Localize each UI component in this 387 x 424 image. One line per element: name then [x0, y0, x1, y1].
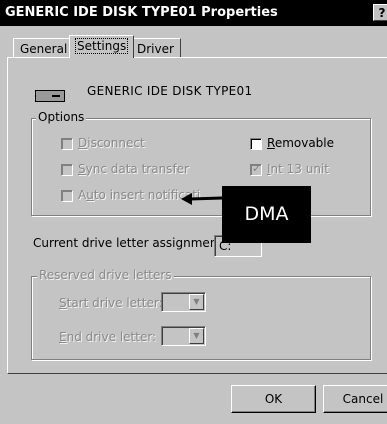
drive-letter-label: Current drive letter assignment: — [33, 236, 227, 250]
removable-checkbox[interactable] — [250, 138, 262, 150]
int13-unit-label: Int 13 unit — [267, 162, 330, 176]
chevron-down-icon[interactable]: ▼ — [189, 328, 204, 344]
disk-drive-icon — [35, 90, 65, 102]
reserved-legend: Reserved drive letters — [37, 268, 174, 282]
cancel-button[interactable]: Cancel — [323, 385, 387, 413]
sync-data-transfer-label: Sync data transfer — [78, 162, 189, 176]
dma-annotation: DMA — [222, 186, 311, 243]
removable-label: Removable — [267, 136, 335, 150]
end-drive-letter-label: End drive letter: — [59, 330, 157, 344]
properties-window: GENERIC IDE DISK TYPE01 Properties ? Gen… — [0, 0, 387, 424]
chevron-down-icon[interactable]: ▼ — [189, 294, 204, 310]
auto-insert-notification-checkbox[interactable] — [61, 190, 73, 202]
disconnect-checkbox[interactable] — [61, 138, 73, 150]
end-drive-letter-select[interactable]: ▼ — [161, 326, 206, 346]
annotation-arrow-icon — [181, 193, 223, 205]
disconnect-label: Disconnect — [78, 136, 145, 150]
check-icon: ✓ — [252, 162, 262, 175]
options-legend: Options — [36, 110, 87, 124]
device-name: GENERIC IDE DISK TYPE01 — [87, 84, 253, 98]
ok-button[interactable]: OK — [231, 385, 316, 413]
int13-unit-checkbox[interactable]: ✓ — [250, 162, 262, 176]
start-drive-letter-select[interactable]: ▼ — [161, 292, 206, 312]
sync-data-transfer-checkbox[interactable] — [61, 164, 73, 176]
reserved-group — [31, 276, 371, 360]
start-drive-letter-label: Start drive letter: — [59, 296, 163, 310]
